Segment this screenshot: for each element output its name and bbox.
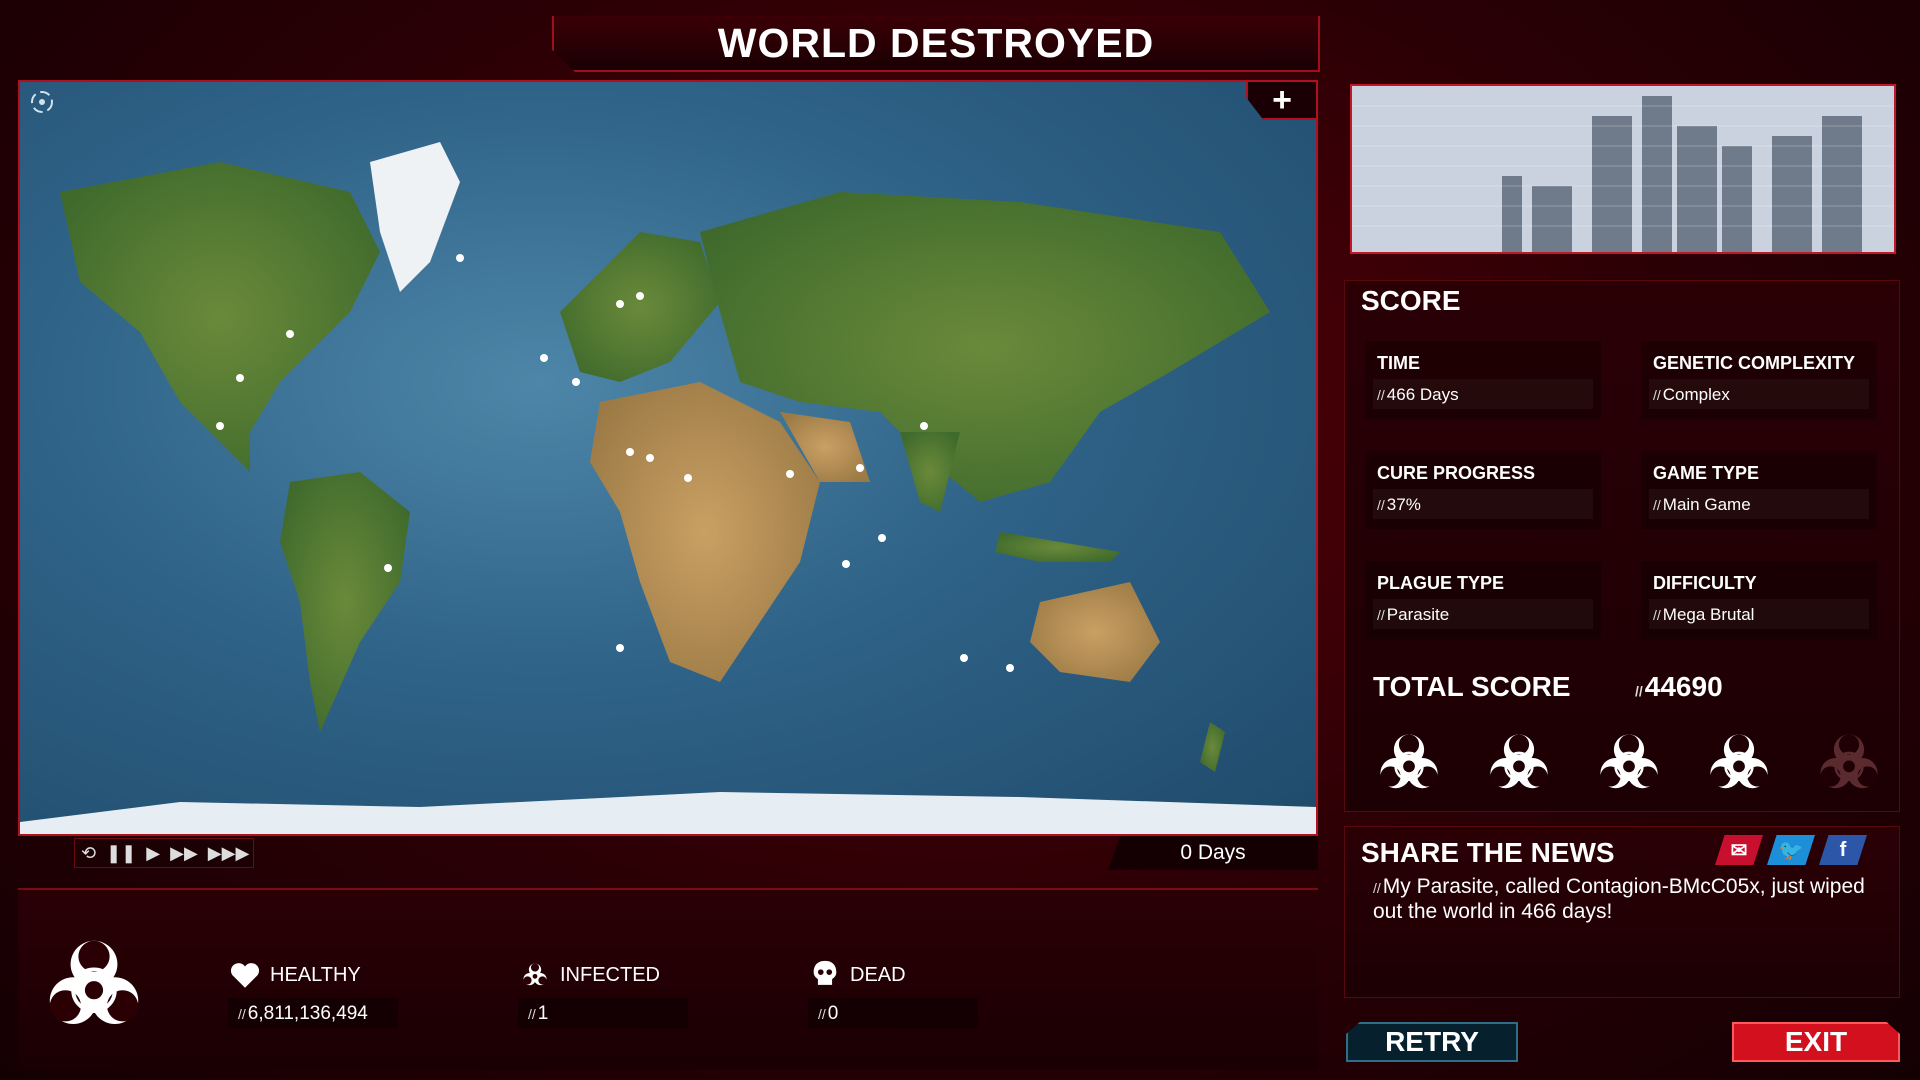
pause-icon[interactable]: ❚❚	[106, 843, 136, 864]
city-skyline-image	[1350, 84, 1896, 254]
share-panel: SHARE THE NEWS ✉ 🐦 f //My Parasite, call…	[1344, 826, 1900, 998]
rating-biohazard-filled-icon	[1477, 721, 1561, 805]
mail-icon[interactable]: ✉	[1715, 835, 1763, 865]
infected-value: 1	[537, 1003, 549, 1024]
total-score-value: 44690	[1644, 671, 1723, 702]
heart-icon	[228, 958, 262, 992]
score-title: SCORE	[1361, 285, 1461, 316]
antarctica	[20, 792, 1316, 834]
facebook-icon[interactable]: f	[1819, 835, 1867, 865]
score-value: Complex	[1662, 385, 1730, 404]
map-graphic	[20, 142, 1316, 834]
rating-biohazard-empty-icon	[1807, 721, 1891, 805]
restart-icon[interactable]: ⟲	[81, 843, 96, 864]
share-title: SHARE THE NEWS	[1361, 837, 1615, 868]
population-stats-panel: HEALTHY //6,811,136,494 INFECTED //1 DEA…	[18, 888, 1318, 1070]
score-cell-genetic-complexity: GENETIC COMPLEXITY //Complex	[1641, 341, 1877, 419]
score-key: GAME TYPE	[1653, 463, 1760, 483]
healthy-value: 6,811,136,494	[247, 1003, 368, 1024]
new-zealand	[1200, 722, 1225, 772]
score-value: 37%	[1386, 495, 1421, 514]
score-cell-difficulty: DIFFICULTY //Mega Brutal	[1641, 561, 1877, 639]
score-value: Parasite	[1386, 605, 1450, 624]
playback-controls: ⟲ ❚❚ ▶ ▶▶ ▶▶▶	[74, 838, 254, 868]
share-message: My Parasite, called Contagion-BMcC05x, j…	[1373, 875, 1865, 923]
score-value: Mega Brutal	[1662, 605, 1755, 624]
play-icon[interactable]: ▶	[146, 843, 160, 864]
rating-biohazard-filled-icon	[1697, 721, 1781, 805]
score-cell-cure-progress: CURE PROGRESS //37%	[1365, 451, 1601, 529]
infected-stat: INFECTED //1	[518, 950, 798, 1030]
world-map[interactable]: +	[18, 80, 1318, 836]
biohazard-icon	[518, 958, 552, 992]
retry-button[interactable]: RETRY	[1346, 1022, 1518, 1062]
rating-biohazard-filled-icon	[1587, 721, 1671, 805]
score-cell-time: TIME //466 Days	[1365, 341, 1601, 419]
days-counter: 0 Days	[1108, 836, 1318, 870]
infected-label: INFECTED	[560, 964, 660, 986]
score-value: 466 Days	[1386, 385, 1459, 404]
score-key: DIFFICULTY	[1653, 573, 1757, 593]
score-key: CURE PROGRESS	[1377, 463, 1536, 483]
healthy-stat: HEALTHY //6,811,136,494	[228, 950, 508, 1030]
dead-stat: DEAD //0	[808, 950, 1088, 1030]
page-title: WORLD DESTROYED	[717, 19, 1155, 66]
fastest-forward-icon[interactable]: ▶▶▶	[208, 843, 250, 864]
score-value: Main Game	[1662, 495, 1751, 514]
indonesia	[995, 532, 1120, 562]
biohazard-logo-icon	[24, 920, 164, 1050]
score-key: PLAGUE TYPE	[1377, 573, 1505, 593]
greenland	[370, 142, 460, 292]
exit-button[interactable]: EXIT	[1732, 1022, 1900, 1062]
fast-forward-icon[interactable]: ▶▶	[170, 843, 198, 864]
healthy-value-box: //6,811,136,494	[228, 998, 398, 1028]
dead-value-box: //0	[808, 998, 978, 1028]
map-logo-icon	[28, 88, 56, 116]
africa	[590, 382, 820, 682]
europe	[560, 232, 720, 382]
days-label: 0 Days	[1180, 841, 1246, 864]
healthy-label: HEALTHY	[270, 964, 361, 986]
twitter-icon[interactable]: 🐦	[1767, 835, 1815, 865]
australia	[1030, 582, 1160, 682]
dead-value: 0	[827, 1003, 839, 1024]
title-bar: WORLD DESTROYED	[552, 16, 1320, 72]
score-cell-plague-type: PLAGUE TYPE //Parasite	[1365, 561, 1601, 639]
south-america	[280, 472, 410, 732]
skull-icon	[808, 958, 842, 992]
score-key: GENETIC COMPLEXITY	[1653, 353, 1856, 373]
total-score-label: TOTAL SCORE	[1373, 671, 1571, 702]
score-cell-game-type: GAME TYPE //Main Game	[1641, 451, 1877, 529]
rating-biohazard-filled-icon	[1367, 721, 1451, 805]
dead-label: DEAD	[850, 964, 906, 986]
infected-value-box: //1	[518, 998, 688, 1028]
score-panel: SCORE TIME //466 Days GENETIC COMPLEXITY…	[1344, 280, 1900, 812]
score-key: TIME	[1377, 353, 1420, 373]
